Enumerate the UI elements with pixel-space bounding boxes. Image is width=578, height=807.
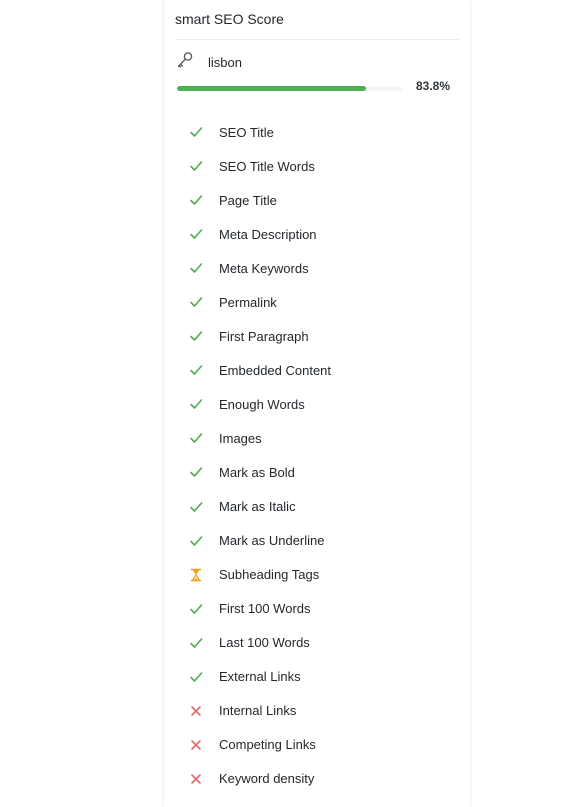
- seo-check-label: Internal Links: [219, 703, 297, 719]
- seo-check-item: Mark as Italic: [164, 490, 470, 524]
- seo-check-label: Meta Keywords: [219, 260, 309, 276]
- divider: [175, 39, 459, 40]
- cross-icon: [189, 738, 203, 752]
- check-icon: [189, 602, 203, 616]
- seo-check-item: Internal Links: [164, 694, 470, 728]
- seo-check-label: External Links: [219, 669, 301, 685]
- seo-score-panel: smart SEO Score lisbon 83.8% SEO Title SE…: [164, 0, 470, 807]
- check-icon: [189, 329, 203, 343]
- check-icon: [189, 125, 203, 139]
- check-icon: [189, 295, 203, 309]
- seo-score-progress-fill: [177, 86, 366, 91]
- key-icon: [176, 51, 194, 74]
- seo-check-label: Page Title: [219, 192, 277, 208]
- seo-check-label: Competing Links: [219, 737, 316, 753]
- seo-check-item: Subheading Tags: [164, 558, 470, 592]
- seo-check-item: Images: [164, 421, 470, 455]
- seo-check-item: SEO Title Words: [164, 149, 470, 183]
- seo-check-label: Images: [219, 430, 262, 446]
- seo-check-item: Mark as Bold: [164, 455, 470, 489]
- seo-check-item: First Paragraph: [164, 319, 470, 353]
- seo-check-label: Mark as Bold: [219, 464, 295, 480]
- seo-score-progress-bar: [177, 86, 402, 91]
- seo-check-label: Enough Words: [219, 396, 305, 412]
- seo-check-item: Page Title: [164, 183, 470, 217]
- check-icon: [189, 397, 203, 411]
- seo-check-item: External Links: [164, 660, 470, 694]
- check-icon: [189, 431, 203, 445]
- focus-keyword-row: lisbon: [176, 51, 242, 74]
- seo-check-item: Enough Words: [164, 387, 470, 421]
- seo-check-label: Mark as Italic: [219, 499, 296, 515]
- seo-checklist: SEO Title SEO Title Words Page Title Meta D…: [164, 115, 470, 796]
- seo-check-item: Permalink: [164, 285, 470, 319]
- seo-check-item: Meta Description: [164, 217, 470, 251]
- check-icon: [189, 159, 203, 173]
- seo-check-item: Last 100 Words: [164, 626, 470, 660]
- seo-check-label: SEO Title: [219, 124, 274, 140]
- cross-icon: [189, 704, 203, 718]
- seo-check-label: Keyword density: [219, 771, 315, 787]
- check-icon: [189, 500, 203, 514]
- seo-check-label: Mark as Underline: [219, 533, 325, 549]
- focus-keyword: lisbon: [208, 54, 242, 70]
- check-icon: [189, 227, 203, 241]
- seo-check-label: Meta Description: [219, 226, 317, 242]
- seo-check-label: SEO Title Words: [219, 158, 315, 174]
- seo-check-label: Embedded Content: [219, 362, 332, 378]
- seo-check-item: Embedded Content: [164, 353, 470, 387]
- check-icon: [189, 193, 203, 207]
- check-icon: [189, 465, 203, 479]
- seo-check-label: Subheading Tags: [219, 567, 320, 583]
- seo-check-item: Mark as Underline: [164, 524, 470, 558]
- hourglass-icon: [189, 568, 203, 582]
- seo-score-value: 83.8%: [416, 79, 451, 93]
- seo-check-item: Competing Links: [164, 728, 470, 762]
- cross-icon: [189, 772, 203, 786]
- seo-check-label: Permalink: [219, 294, 277, 310]
- seo-check-item: Meta Keywords: [164, 251, 470, 285]
- check-icon: [189, 636, 203, 650]
- seo-check-item: First 100 Words: [164, 592, 470, 626]
- seo-check-label: Last 100 Words: [219, 635, 310, 651]
- check-icon: [189, 363, 203, 377]
- panel-title: smart SEO Score: [175, 11, 284, 27]
- seo-check-label: First Paragraph: [219, 328, 309, 344]
- check-icon: [189, 261, 203, 275]
- check-icon: [189, 670, 203, 684]
- seo-check-item: SEO Title: [164, 115, 470, 149]
- check-icon: [189, 534, 203, 548]
- seo-check-label: First 100 Words: [219, 601, 311, 617]
- seo-check-item: Keyword density: [164, 762, 470, 796]
